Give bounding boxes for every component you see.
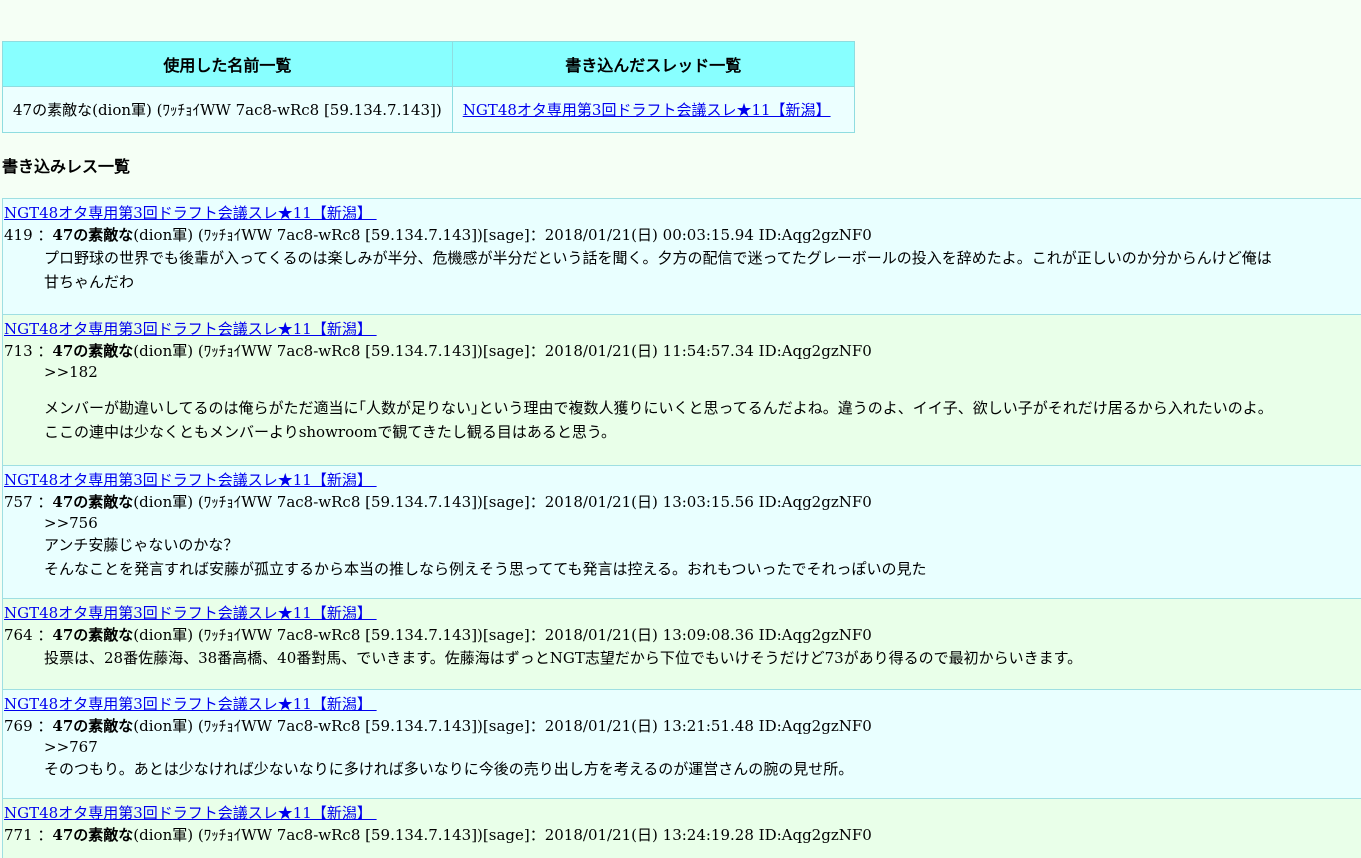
post-header: 757 ：47の素敵な(dion軍) (ﾜｯﾁｮｲWW 7ac8-wRc8 [5… [4, 491, 1361, 513]
post-number: 771 ： [4, 826, 53, 844]
post-line: ここの連中は少なくともメンバーよりshowroomで観てきたし観る目はあると思う… [44, 423, 617, 441]
post-thread-link[interactable]: NGT48オタ専用第3回ドラフト会議スレ★11【新潟】 [4, 695, 377, 713]
post-line: アンチ安藤じゃないのかな？ [44, 536, 239, 554]
post-thread-link[interactable]: NGT48オタ専用第3回ドラフト会議スレ★11【新潟】 [4, 471, 377, 489]
post-header: 769 ：47の素敵な(dion軍) (ﾜｯﾁｮｲWW 7ac8-wRc8 [5… [4, 715, 1361, 737]
poster-name: 47の素敵な [52, 717, 134, 735]
post-meta: (dion軍) (ﾜｯﾁｮｲWW 7ac8-wRc8 [59.134.7.143… [133, 626, 872, 644]
post-body: 投票は、28番佐藤海、38番高橋、40番對馬、でいきます。佐藤海はずっとNGT志… [44, 646, 1361, 670]
post-thread-link[interactable]: NGT48オタ専用第3回ドラフト会議スレ★11【新潟】 [4, 604, 377, 622]
post-line: メンバーが勘違いしてるのは俺らがただ適当に｢人数が足りない｣という理由で複数人獲… [44, 399, 1273, 417]
section-title: 書き込みレス一覧 [2, 157, 131, 176]
post-header: 771 ：47の素敵な(dion軍) (ﾜｯﾁｮｲWW 7ac8-wRc8 [5… [4, 824, 1361, 846]
post-thread-link[interactable]: NGT48オタ専用第3回ドラフト会議スレ★11【新潟】 [4, 320, 377, 338]
post-header: 764 ：47の素敵な(dion軍) (ﾜｯﾁｮｲWW 7ac8-wRc8 [5… [4, 624, 1361, 646]
post-body: >>182 メンバーが勘違いしてるのは俺らがただ適当に｢人数が足りない｣という理… [44, 362, 1361, 444]
post-item: NGT48オタ専用第3回ドラフト会議スレ★11【新潟】 757 ：47の素敵な(… [2, 465, 1361, 598]
post-number: 713 ： [4, 342, 53, 360]
post-item: NGT48オタ専用第3回ドラフト会議スレ★11【新潟】 769 ：47の素敵な(… [2, 689, 1361, 798]
post-line: 投票は、28番佐藤海、38番高橋、40番對馬、でいきます。佐藤海はずっとNGT志… [44, 649, 1083, 667]
post-thread-link[interactable]: NGT48オタ専用第3回ドラフト会議スレ★11【新潟】 [4, 204, 377, 222]
post-meta: (dion軍) (ﾜｯﾁｮｲWW 7ac8-wRc8 [59.134.7.143… [133, 717, 872, 735]
post-thread-link[interactable]: NGT48オタ専用第3回ドラフト会議スレ★11【新潟】 [4, 804, 377, 822]
post-number: 769 ： [4, 717, 53, 735]
post-meta: (dion軍) (ﾜｯﾁｮｲWW 7ac8-wRc8 [59.134.7.143… [133, 342, 872, 360]
post-item: NGT48オタ専用第3回ドラフト会議スレ★11【新潟】 764 ：47の素敵な(… [2, 598, 1361, 689]
post-meta: (dion軍) (ﾜｯﾁｮｲWW 7ac8-wRc8 [59.134.7.143… [133, 493, 872, 511]
post-header: 713 ：47の素敵な(dion軍) (ﾜｯﾁｮｲWW 7ac8-wRc8 [5… [4, 340, 1361, 362]
threads-column-header: 書き込んだスレッド一覧 [451, 41, 855, 87]
thread-link[interactable]: NGT48オタ専用第3回ドラフト会議スレ★11【新潟】 [463, 101, 831, 119]
reply-anchor[interactable]: >>182 [44, 362, 1361, 382]
post-list: NGT48オタ専用第3回ドラフト会議スレ★11【新潟】 419 ：47の素敵な(… [2, 198, 1361, 858]
post-line: そんなことを発言すれば安藤が孤立するから本当の推しなら例えそう思ってても発言は控… [44, 560, 927, 578]
post-body: >>756 アンチ安藤じゃないのかな？ そんなことを発言すれば安藤が孤立するから… [44, 513, 1361, 581]
reply-anchor[interactable]: >>767 [44, 737, 1361, 757]
poster-name: 47の素敵な [52, 226, 134, 244]
poster-name: 47の素敵な [52, 826, 134, 844]
post-meta: (dion軍) (ﾜｯﾁｮｲWW 7ac8-wRc8 [59.134.7.143… [133, 826, 872, 844]
names-column-header: 使用した名前一覧 [2, 41, 453, 87]
post-item: NGT48オタ専用第3回ドラフト会議スレ★11【新潟】 713 ：47の素敵な(… [2, 314, 1361, 465]
post-number: 757 ： [4, 493, 53, 511]
used-name: 47の素敵な(dion軍) (ﾜｯﾁｮｲWW 7ac8-wRc8 [59.134… [2, 86, 453, 133]
poster-name: 47の素敵な [52, 493, 134, 511]
post-item: NGT48オタ専用第3回ドラフト会議スレ★11【新潟】 419 ：47の素敵な(… [2, 198, 1361, 314]
post-item: NGT48オタ専用第3回ドラフト会議スレ★11【新潟】 771 ：47の素敵な(… [2, 798, 1361, 858]
poster-name: 47の素敵な [52, 342, 134, 360]
poster-name: 47の素敵な [52, 626, 134, 644]
post-meta: (dion軍) (ﾜｯﾁｮｲWW 7ac8-wRc8 [59.134.7.143… [133, 226, 872, 244]
post-line: 甘ちゃんだわ [44, 273, 135, 291]
post-header: 419 ：47の素敵な(dion軍) (ﾜｯﾁｮｲWW 7ac8-wRc8 [5… [4, 224, 1361, 246]
post-line: そのつもり。あとは少なければ少ないなりに多ければ多いなりに今後の売り出し方を考え… [44, 760, 854, 778]
post-number: 764 ： [4, 626, 53, 644]
post-number: 419 ： [4, 226, 53, 244]
summary-table: 使用した名前一覧 書き込んだスレッド一覧 47の素敵な(dion軍) (ﾜｯﾁｮ… [2, 41, 855, 133]
post-body: >>767 そのつもり。あとは少なければ少ないなりに多ければ多いなりに今後の売り… [44, 737, 1361, 781]
post-line: プロ野球の世界でも後輩が入ってくるのは楽しみが半分、危機感が半分だという話を聞く… [44, 249, 1272, 267]
post-body: プロ野球の世界でも後輩が入ってくるのは楽しみが半分、危機感が半分だという話を聞く… [44, 246, 1361, 294]
reply-anchor[interactable]: >>756 [44, 513, 1361, 533]
